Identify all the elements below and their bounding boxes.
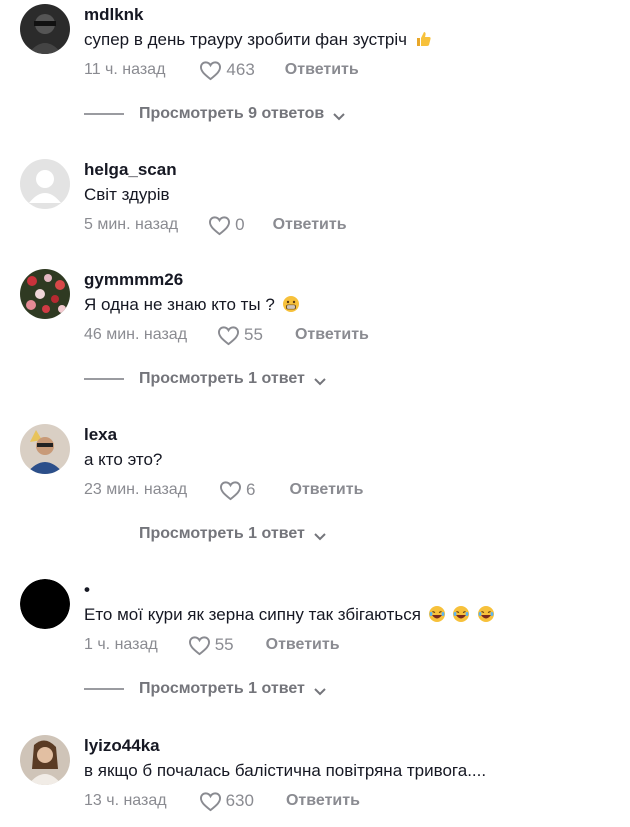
timestamp: 46 мин. назад [84,326,188,343]
username[interactable]: • [84,579,614,601]
comment-text: Я одна не знаю кто ты ? [84,294,614,316]
like-count: 463 [226,60,255,79]
view-replies-button[interactable]: Просмотреть 1 ответ [84,525,327,543]
view-replies-button[interactable]: Просмотреть 1 ответ [84,370,327,388]
heart-icon [199,791,222,812]
like-count: 55 [244,325,263,344]
like-button[interactable]: 55 [217,325,263,346]
username[interactable]: lyizo44ka [84,735,614,757]
avatar[interactable] [20,269,70,319]
timestamp: 5 мин. назад [84,216,179,233]
reply-button[interactable]: Ответить [285,61,359,79]
divider [84,688,124,690]
view-replies-label: Просмотреть 1 ответ [139,680,305,697]
avatar[interactable] [20,159,70,209]
chevron-down-icon [313,374,327,386]
username[interactable]: helga_scan [84,159,614,181]
timestamp: 11 ч. назад [84,61,166,78]
divider [84,113,124,115]
comment-text: в якщо б почалась балістична повітряна т… [84,761,487,780]
view-replies-button[interactable]: Просмотреть 9 ответов [84,105,346,123]
like-button[interactable]: 6 [219,480,256,501]
laughing-face-icon [428,605,446,623]
reply-button[interactable]: Ответить [290,481,364,499]
avatar[interactable] [20,424,70,474]
comment-meta: 46 мин. назад 55 Ответить [84,323,614,347]
divider [84,533,124,535]
like-count: 6 [246,480,256,499]
heart-icon [219,480,242,501]
divider [84,378,124,380]
reply-button[interactable]: Ответить [295,326,369,344]
view-replies-label: Просмотреть 1 ответ [139,370,305,387]
like-button[interactable]: 463 [199,60,255,81]
comment-text: Ето мої кури як зерна сипну так збігають… [84,604,614,626]
chevron-down-icon [313,529,327,541]
laughing-face-icon [477,605,495,623]
like-count: 0 [235,215,245,234]
username[interactable]: mdlknk [84,4,614,26]
heart-icon [188,635,211,656]
reply-button[interactable]: Ответить [266,636,340,654]
heart-icon [199,60,222,81]
like-count: 55 [214,635,234,654]
view-replies-label: Просмотреть 1 ответ [139,525,305,542]
comment-text: а кто это? [84,450,163,469]
thumbs-up-icon [414,30,432,48]
comment-meta: 1 ч. назад 55 Ответить [84,633,614,657]
like-button[interactable]: 0 [208,215,245,236]
username[interactable]: gymmmm26 [84,269,614,291]
heart-icon [208,215,231,236]
grimacing-face-icon [282,295,300,313]
timestamp: 13 ч. назад [84,792,167,809]
avatar[interactable] [20,4,70,54]
comment-meta: 13 ч. назад 630 Ответить [84,789,614,813]
comment-meta: 5 мин. назад 0 Ответить [84,213,614,237]
timestamp: 23 мин. назад [84,481,188,498]
chevron-down-icon [332,109,346,121]
comment-text: супер в день трауру зробити фан зустріч [84,29,614,51]
like-button[interactable]: 55 [188,635,234,656]
like-button[interactable]: 630 [199,791,254,812]
timestamp: 1 ч. назад [84,636,158,653]
laughing-face-icon [452,605,470,623]
avatar[interactable] [20,579,70,629]
chevron-down-icon [313,684,327,696]
avatar[interactable] [20,735,70,785]
comment-text: Світ здурів [84,185,170,204]
comment-meta: 23 мин. назад 6 Ответить [84,478,614,502]
view-replies-label: Просмотреть 9 ответов [139,105,325,122]
reply-button[interactable]: Ответить [286,792,360,810]
username[interactable]: lexa [84,424,614,446]
comment-meta: 11 ч. назад 463 Ответить [84,58,614,82]
view-replies-button[interactable]: Просмотреть 1 ответ [84,680,327,698]
heart-icon [217,325,240,346]
reply-button[interactable]: Ответить [273,216,347,234]
like-count: 630 [225,791,254,810]
